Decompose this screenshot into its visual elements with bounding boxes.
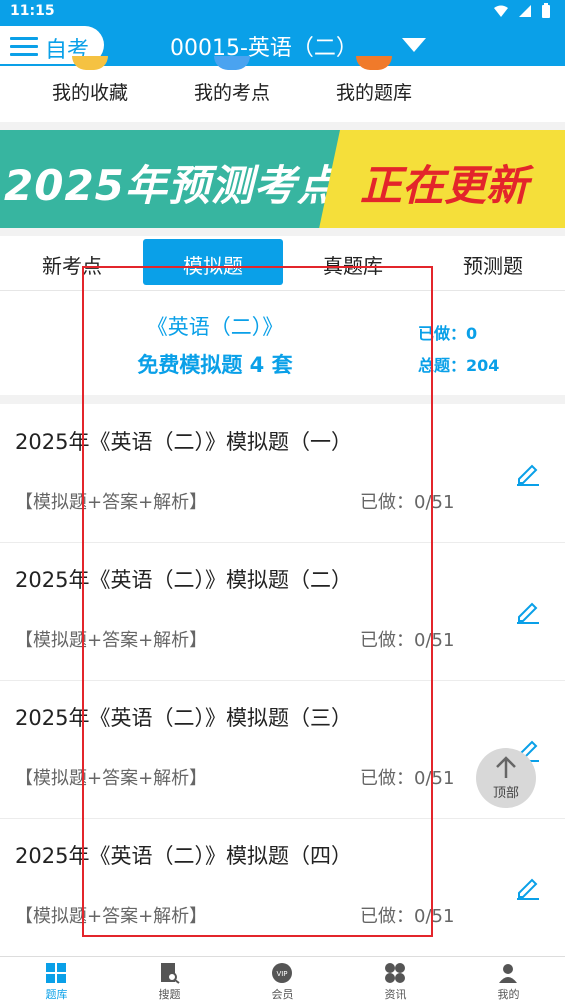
exam-title: 2025年《英语（二）》模拟题（二） xyxy=(15,568,352,592)
bottom-nav: 题库 搜题 VIP 会员 资讯 我的 xyxy=(0,956,565,1005)
shortcut-key-points[interactable]: 我的考点 xyxy=(152,56,312,122)
vip-icon: VIP xyxy=(272,963,292,983)
status-bar: 11:15 xyxy=(0,0,565,24)
nav-profile[interactable]: 我的 xyxy=(452,957,565,1005)
subject-selector[interactable]: 00015-英语（二） xyxy=(170,30,358,62)
exam-progress: 已做：0/51 xyxy=(360,906,455,927)
nav-search[interactable]: 搜题 xyxy=(113,957,226,1005)
nav-label: 搜题 xyxy=(158,988,181,1001)
pencil-icon[interactable] xyxy=(515,874,541,900)
summary-panel: 《英语（二）》 免费模拟题 4 套 已做：0 总题：204 xyxy=(0,291,565,395)
favorites-icon xyxy=(72,56,108,70)
battery-icon xyxy=(542,3,550,18)
exam-progress: 已做：0/51 xyxy=(360,492,455,513)
nav-question-bank[interactable]: 题库 xyxy=(0,957,113,1005)
exam-title: 2025年《英语（二）》模拟题（一） xyxy=(15,430,352,454)
shortcut-label: 我的题库 xyxy=(335,82,412,104)
status-time: 11:15 xyxy=(10,3,55,19)
shortcut-favorites[interactable]: 我的收藏 xyxy=(10,56,170,122)
nav-news[interactable]: 资讯 xyxy=(339,957,452,1005)
shortcut-bar: 我的收藏 我的考点 我的题库 xyxy=(0,56,565,122)
exam-tag: 【模拟题+答案+解析】 xyxy=(15,906,208,927)
list-item[interactable]: 2025年《英语（二）》模拟题（二） 【模拟题+答案+解析】 已做：0/51 xyxy=(0,542,565,681)
exam-title: 2025年《英语（二）》模拟题（三） xyxy=(15,706,352,730)
arrow-up-icon xyxy=(496,756,516,778)
done-count: 已做：0 xyxy=(418,324,478,343)
wifi-icon xyxy=(494,5,508,17)
shortcut-question-bank[interactable]: 我的题库 xyxy=(294,56,454,122)
nav-label: 题库 xyxy=(45,988,68,1001)
exam-progress: 已做：0/51 xyxy=(360,630,455,651)
exam-tag: 【模拟题+答案+解析】 xyxy=(15,492,208,513)
tab-mock-exams[interactable]: 模拟题 xyxy=(143,239,283,285)
signal-icon xyxy=(519,5,531,17)
status-icons xyxy=(493,3,551,19)
tab-bar: 新考点 模拟题 真题库 预测题 xyxy=(0,236,565,291)
tab-label: 模拟题 xyxy=(183,254,243,278)
exam-list: 2025年《英语（二）》模拟题（一） 【模拟题+答案+解析】 已做：0/51 2… xyxy=(0,404,565,956)
grid-icon xyxy=(46,963,66,983)
banner-left-text: 2025年预测考点 xyxy=(4,161,340,210)
caret-down-icon[interactable] xyxy=(402,38,426,52)
promo-banner[interactable]: 2025年预测考点 正在更新 xyxy=(0,130,565,228)
pencil-icon[interactable] xyxy=(515,460,541,486)
exam-title: 2025年《英语（二）》模拟题（四） xyxy=(15,844,352,868)
nav-vip[interactable]: VIP 会员 xyxy=(226,957,339,1005)
shortcut-label: 我的考点 xyxy=(193,82,270,104)
tab-predicted[interactable]: 预测题 xyxy=(463,250,523,279)
back-to-top-button[interactable]: 顶部 xyxy=(476,748,536,808)
nav-label: 会员 xyxy=(271,988,294,1001)
question-bank-icon xyxy=(356,56,392,70)
banner-right-text: 正在更新 xyxy=(360,161,529,210)
exam-tag: 【模拟题+答案+解析】 xyxy=(15,768,208,789)
exam-progress: 已做：0/51 xyxy=(360,768,455,789)
nav-label: 我的 xyxy=(497,988,520,1001)
shortcut-label: 我的收藏 xyxy=(51,82,128,104)
user-icon xyxy=(499,964,517,983)
total-count: 总题：204 xyxy=(418,356,500,375)
nav-label: 资讯 xyxy=(384,988,407,1001)
key-points-icon xyxy=(214,56,250,70)
tab-past-papers[interactable]: 真题库 xyxy=(323,250,383,279)
search-doc-icon xyxy=(161,963,180,984)
mock-count: 免费模拟题 4 套 xyxy=(137,353,293,377)
svg-text:VIP: VIP xyxy=(276,970,287,978)
subject-name: 《英语（二）》 xyxy=(146,315,284,339)
back-to-top-label: 顶部 xyxy=(492,786,519,801)
apps-icon xyxy=(385,963,405,983)
list-item[interactable]: 2025年《英语（二）》模拟题（四） 【模拟题+答案+解析】 已做：0/51 xyxy=(0,818,565,956)
tab-new-points[interactable]: 新考点 xyxy=(42,250,102,279)
list-item[interactable]: 2025年《英语（二）》模拟题（一） 【模拟题+答案+解析】 已做：0/51 xyxy=(0,404,565,543)
hamburger-icon xyxy=(10,37,38,61)
exam-tag: 【模拟题+答案+解析】 xyxy=(15,630,208,651)
pencil-icon[interactable] xyxy=(515,598,541,624)
